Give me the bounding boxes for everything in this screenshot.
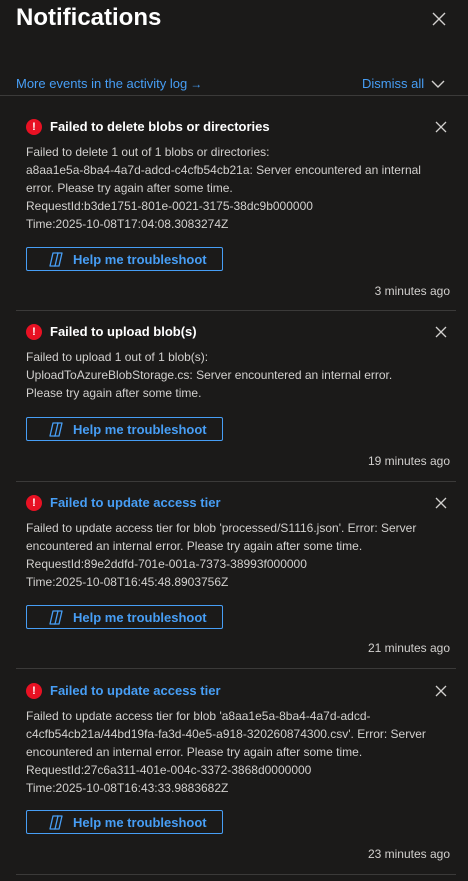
activity-log-link[interactable]: More events in the activity log → bbox=[16, 76, 202, 91]
help-me-troubleshoot-label: Help me troubleshoot bbox=[73, 610, 207, 625]
chevron-down-icon[interactable] bbox=[430, 78, 446, 90]
help-me-troubleshoot-button[interactable]: Help me troubleshoot bbox=[26, 605, 223, 629]
notification-card: ! Failed to upload blob(s) Failed to upl… bbox=[16, 311, 456, 482]
message-line: encountered an internal error. Please tr… bbox=[26, 539, 363, 553]
close-icon[interactable] bbox=[434, 120, 448, 134]
message-line: RequestId:89e2ddfd-701e-001a-7373-38993f… bbox=[26, 557, 307, 571]
help-me-troubleshoot-label: Help me troubleshoot bbox=[73, 252, 207, 267]
message-line: Failed to delete 1 out of 1 blobs or dir… bbox=[26, 145, 270, 159]
message-line: Please try again after some time. bbox=[26, 386, 202, 400]
notification-timestamp: 23 minutes ago bbox=[367, 847, 450, 861]
activity-log-link-label: More events in the activity log bbox=[16, 76, 188, 91]
message-line: c4cfb54cb21a/44bd19fa-fa3d-40e5-a918-320… bbox=[26, 727, 426, 741]
dismiss-all-button[interactable]: Dismiss all bbox=[362, 76, 424, 91]
message-line: a8aa1e5a-8ba4-4a7d-adcd-c4cfb54cb21a: Se… bbox=[26, 163, 421, 177]
notification-message: Failed to upload 1 out of 1 blob(s): Upl… bbox=[26, 348, 451, 402]
notifications-header: Notifications bbox=[0, 0, 468, 40]
message-line: RequestId:27c6a311-401e-004c-3372-3868d0… bbox=[26, 763, 312, 777]
notification-message: Failed to update access tier for blob 'a… bbox=[26, 707, 451, 797]
error-circle-icon: ! bbox=[26, 324, 42, 340]
close-icon[interactable] bbox=[428, 8, 450, 30]
copilot-icon bbox=[49, 252, 63, 267]
close-icon[interactable] bbox=[434, 684, 448, 698]
message-line: error. Please try again after some time. bbox=[26, 181, 233, 195]
notification-title: Failed to upload blob(s) bbox=[50, 324, 197, 339]
message-line: encountered an internal error. Please tr… bbox=[26, 745, 363, 759]
message-line: UploadToAzureBlobStorage.cs: Server enco… bbox=[26, 368, 393, 382]
message-line: RequestId:b3de1751-801e-0021-3175-38dc9b… bbox=[26, 199, 313, 213]
error-circle-icon: ! bbox=[26, 683, 42, 699]
copilot-icon bbox=[49, 610, 63, 625]
notification-title-link[interactable]: Failed to update access tier bbox=[50, 495, 221, 510]
notification-card: ! Failed to update access tier Failed to… bbox=[16, 482, 456, 669]
message-line: Time:2025-10-08T16:43:33.9883682Z bbox=[26, 781, 229, 795]
arrow-right-icon: → bbox=[190, 77, 203, 91]
notification-card: ! Failed to update access tier Failed to… bbox=[16, 669, 456, 875]
notification-timestamp: 19 minutes ago bbox=[367, 454, 450, 468]
close-icon[interactable] bbox=[434, 496, 448, 510]
notification-timestamp: 3 minutes ago bbox=[374, 284, 450, 298]
copilot-icon bbox=[49, 815, 63, 830]
help-me-troubleshoot-button[interactable]: Help me troubleshoot bbox=[26, 247, 223, 271]
error-circle-icon: ! bbox=[26, 119, 42, 135]
close-icon[interactable] bbox=[434, 325, 448, 339]
message-line: Time:2025-10-08T17:04:08.3083274Z bbox=[26, 217, 229, 231]
page-title: Notifications bbox=[16, 4, 162, 31]
notification-card: ! Failed to delete blobs or directories … bbox=[16, 106, 456, 311]
notification-message: Failed to update access tier for blob 'p… bbox=[26, 519, 451, 591]
error-circle-icon: ! bbox=[26, 495, 42, 511]
notification-timestamp: 21 minutes ago bbox=[367, 641, 450, 655]
copilot-icon bbox=[49, 422, 63, 437]
notification-title: Failed to delete blobs or directories bbox=[50, 119, 270, 134]
notification-actions-bar: More events in the activity log → Dismiss… bbox=[0, 70, 468, 96]
notification-title-link[interactable]: Failed to update access tier bbox=[50, 683, 221, 698]
message-line: Time:2025-10-08T16:45:48.8903756Z bbox=[26, 575, 229, 589]
help-me-troubleshoot-button[interactable]: Help me troubleshoot bbox=[26, 417, 223, 441]
message-line: Failed to update access tier for blob 'a… bbox=[26, 709, 371, 723]
notification-message: Failed to delete 1 out of 1 blobs or dir… bbox=[26, 143, 451, 233]
message-line: Failed to upload 1 out of 1 blob(s): bbox=[26, 350, 209, 364]
help-me-troubleshoot-label: Help me troubleshoot bbox=[73, 422, 207, 437]
help-me-troubleshoot-button[interactable]: Help me troubleshoot bbox=[26, 810, 223, 834]
help-me-troubleshoot-label: Help me troubleshoot bbox=[73, 815, 207, 830]
message-line: Failed to update access tier for blob 'p… bbox=[26, 521, 417, 535]
